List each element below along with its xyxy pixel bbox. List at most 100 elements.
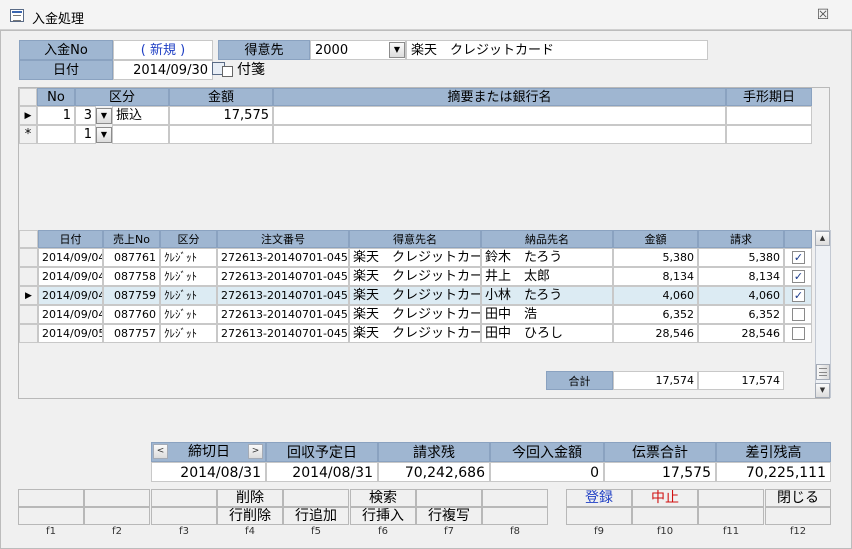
- entry-kubun-dropdown-button[interactable]: ▼: [96, 108, 112, 124]
- sales-date-cell[interactable]: 2014/09/04: [38, 267, 103, 286]
- sales-ship-to-cell[interactable]: 小林 たろう: [481, 286, 613, 305]
- entry-amount-cell[interactable]: 17,575: [169, 106, 273, 125]
- entry-due-cell[interactable]: [726, 125, 812, 144]
- scroll-thumb[interactable]: [816, 364, 830, 380]
- sales-row-selector[interactable]: [19, 248, 38, 267]
- f5-bottom-button[interactable]: 行追加: [283, 507, 349, 525]
- f7-bottom-button[interactable]: 行複写: [416, 507, 482, 525]
- entry-kubun-code-cell[interactable]: 1: [75, 125, 96, 144]
- sales-order-no-cell[interactable]: 272613-20140701-0451450: [217, 286, 349, 305]
- f3-bottom-button[interactable]: [151, 507, 217, 525]
- sales-sales-no-cell[interactable]: 087757: [103, 324, 160, 343]
- tokuisaki-dropdown-button[interactable]: ▼: [389, 42, 405, 58]
- scroll-down-icon[interactable]: ▼: [815, 383, 830, 398]
- f8-bottom-button[interactable]: [482, 507, 548, 525]
- sales-bill-cell[interactable]: 6,352: [698, 305, 784, 324]
- entry-row-selector[interactable]: ▶: [19, 106, 37, 125]
- sales-row-selector[interactable]: [19, 324, 38, 343]
- sales-kubun-cell[interactable]: ｸﾚｼﾞｯﾄ: [160, 324, 217, 343]
- f2-top-button[interactable]: [84, 489, 150, 507]
- date-field[interactable]: 2014/09/30: [113, 60, 213, 80]
- entry-no-cell[interactable]: [37, 125, 75, 144]
- sales-bill-cell[interactable]: 5,380: [698, 248, 784, 267]
- sales-sales-no-cell[interactable]: 087758: [103, 267, 160, 286]
- sales-bill-cell[interactable]: 28,546: [698, 324, 784, 343]
- sales-date-cell[interactable]: 2014/09/04: [38, 286, 103, 305]
- sales-bill-cell[interactable]: 4,060: [698, 286, 784, 305]
- sales-bill-cell[interactable]: 8,134: [698, 267, 784, 286]
- f1-bottom-button[interactable]: [18, 507, 84, 525]
- f11-bottom-button[interactable]: [698, 507, 764, 525]
- scroll-up-icon[interactable]: ▲: [815, 231, 830, 246]
- sales-ship-to-cell[interactable]: 田中 ひろし: [481, 324, 613, 343]
- close-icon[interactable]: ☒: [812, 6, 834, 24]
- cutoff-next-icon[interactable]: >: [248, 444, 263, 459]
- entry-amount-cell[interactable]: [169, 125, 273, 144]
- sales-row-selector[interactable]: [19, 305, 38, 324]
- sales-date-cell[interactable]: 2014/09/04: [38, 248, 103, 267]
- sales-amount-cell[interactable]: 5,380: [613, 248, 698, 267]
- sales-amount-cell[interactable]: 28,546: [613, 324, 698, 343]
- seikyu-checkbox[interactable]: ✓: [792, 251, 805, 264]
- entry-new-row-selector[interactable]: *: [19, 125, 37, 144]
- f9-top-button[interactable]: 登録: [566, 489, 632, 507]
- sales-amount-cell[interactable]: 8,134: [613, 267, 698, 286]
- sales-kubun-cell[interactable]: ｸﾚｼﾞｯﾄ: [160, 248, 217, 267]
- sales-row-selector[interactable]: [19, 267, 38, 286]
- sales-sales-no-cell[interactable]: 087759: [103, 286, 160, 305]
- f12-top-button[interactable]: 閉じる: [765, 489, 831, 507]
- sales-customer-cell[interactable]: 楽天 クレジットカード: [349, 248, 481, 267]
- entry-kubun-name-cell[interactable]: [112, 125, 169, 144]
- f5-top-button[interactable]: [283, 489, 349, 507]
- entry-kubun-name-cell[interactable]: 振込: [112, 106, 169, 125]
- sales-customer-cell[interactable]: 楽天 クレジットカード: [349, 286, 481, 305]
- f10-top-button[interactable]: 中止: [632, 489, 698, 507]
- f11-top-button[interactable]: [698, 489, 764, 507]
- f7-top-button[interactable]: [416, 489, 482, 507]
- seikyu-checkbox[interactable]: ✓: [792, 270, 805, 283]
- sales-amount-cell[interactable]: 6,352: [613, 305, 698, 324]
- seikyu-checkbox[interactable]: [792, 327, 805, 340]
- entry-due-cell[interactable]: [726, 106, 812, 125]
- f4-top-button[interactable]: 削除: [217, 489, 283, 507]
- sales-date-cell[interactable]: 2014/09/05: [38, 324, 103, 343]
- sales-ship-to-cell[interactable]: 鈴木 たろう: [481, 248, 613, 267]
- f2-bottom-button[interactable]: [84, 507, 150, 525]
- seikyu-checkbox[interactable]: [792, 308, 805, 321]
- seikyu-checkbox[interactable]: ✓: [792, 289, 805, 302]
- f1-top-button[interactable]: [18, 489, 84, 507]
- sales-kubun-cell[interactable]: ｸﾚｼﾞｯﾄ: [160, 267, 217, 286]
- f10-bottom-button[interactable]: [632, 507, 698, 525]
- f12-bottom-button[interactable]: [765, 507, 831, 525]
- f6-bottom-button[interactable]: 行挿入: [350, 507, 416, 525]
- sales-order-no-cell[interactable]: 272613-20140701-0451450: [217, 305, 349, 324]
- sales-customer-cell[interactable]: 楽天 クレジットカード: [349, 267, 481, 286]
- cutoff-prev-icon[interactable]: <: [153, 444, 168, 459]
- sales-sales-no-cell[interactable]: 087761: [103, 248, 160, 267]
- f6-top-button[interactable]: 検索: [350, 489, 416, 507]
- sales-customer-cell[interactable]: 楽天 クレジットカード: [349, 305, 481, 324]
- entry-kubun-code-cell[interactable]: 3: [75, 106, 96, 125]
- sales-amount-cell[interactable]: 4,060: [613, 286, 698, 305]
- sales-order-no-cell[interactable]: 272613-20140701-0451450: [217, 248, 349, 267]
- sales-customer-cell[interactable]: 楽天 クレジットカード: [349, 324, 481, 343]
- sales-ship-to-cell[interactable]: 田中 浩: [481, 305, 613, 324]
- f3-top-button[interactable]: [151, 489, 217, 507]
- sales-row-selector[interactable]: ▶: [19, 286, 38, 305]
- sales-kubun-cell[interactable]: ｸﾚｼﾞｯﾄ: [160, 286, 217, 305]
- entry-memo-cell[interactable]: [273, 106, 726, 125]
- entry-kubun-dropdown-button[interactable]: ▼: [96, 127, 112, 143]
- nyukin-no-field[interactable]: ( 新規 ): [113, 40, 213, 60]
- sales-sales-no-cell[interactable]: 087760: [103, 305, 160, 324]
- f8-top-button[interactable]: [482, 489, 548, 507]
- entry-no-cell[interactable]: 1: [37, 106, 75, 125]
- sales-date-cell[interactable]: 2014/09/04: [38, 305, 103, 324]
- fusen-checkbox[interactable]: [222, 66, 233, 77]
- sales-kubun-cell[interactable]: ｸﾚｼﾞｯﾄ: [160, 305, 217, 324]
- f4-bottom-button[interactable]: 行削除: [217, 507, 283, 525]
- f9-bottom-button[interactable]: [566, 507, 632, 525]
- sales-order-no-cell[interactable]: 272613-20140701-0451450: [217, 324, 349, 343]
- sales-order-no-cell[interactable]: 272613-20140701-0451450: [217, 267, 349, 286]
- entry-memo-cell[interactable]: [273, 125, 726, 144]
- sales-ship-to-cell[interactable]: 井上 太郎: [481, 267, 613, 286]
